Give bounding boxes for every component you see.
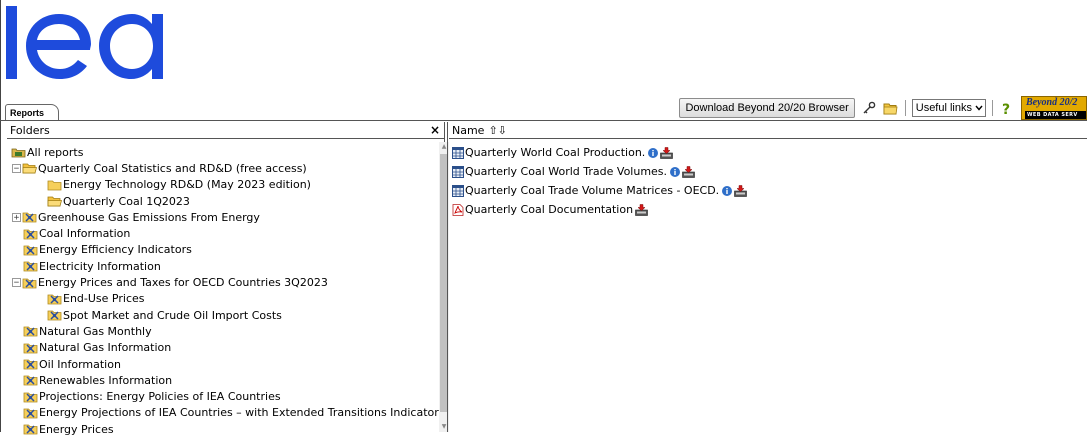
- info-icon[interactable]: [722, 185, 733, 196]
- folder-item-label: End-Use Prices: [63, 292, 145, 306]
- folder-open-icon: [22, 162, 38, 174]
- beyond-2020-logo[interactable]: Beyond 20/2 WEB DATA SERV: [1021, 96, 1087, 120]
- iea-logo: [6, 6, 166, 85]
- download-icon[interactable]: [660, 146, 674, 159]
- folder-item-label: Spot Market and Crude Oil Import Costs: [63, 308, 282, 322]
- reports-list: Quarterly World Coal Production. Quarterl…: [452, 143, 747, 219]
- report-item-label[interactable]: Quarterly Coal Trade Volume Matrices - O…: [465, 184, 719, 197]
- folder-item-label: All reports: [27, 145, 84, 159]
- folder-item-energy-projections-of-iea-countries-with[interactable]: Energy Projections of IEA Countries – wi…: [7, 405, 448, 421]
- report-item-label[interactable]: Quarterly Coal World Trade Volumes.: [465, 165, 667, 178]
- collapse-icon[interactable]: −: [12, 163, 21, 173]
- folder-item-label: Electricity Information: [39, 259, 161, 273]
- table-report-icon: [452, 184, 464, 197]
- folder-item-quarterly-coal-1q2023[interactable]: Quarterly Coal 1Q2023: [7, 193, 431, 209]
- folders-panel: Folders × All reports − Quarterly Coal Sta…: [7, 122, 449, 436]
- all-reports-icon: [11, 146, 26, 158]
- folder-item-all-reports[interactable]: All reports: [7, 144, 431, 160]
- folder-item-label: Energy Prices and Taxes for OECD Countri…: [38, 276, 328, 290]
- folders-header: Folders: [10, 123, 50, 137]
- folder-icon: [47, 179, 62, 191]
- folder-item-label: Natural Gas Information: [39, 341, 172, 355]
- download-browser-button[interactable]: Download Beyond 20/20 Browser: [679, 98, 855, 118]
- locked-folder-icon: [23, 244, 38, 256]
- collapse-icon[interactable]: −: [12, 278, 21, 288]
- locked-folder-icon: [23, 407, 38, 419]
- tab-reports[interactable]: Reports: [5, 104, 60, 121]
- folder-item-energy-prices-and-taxes-for-oecd-countri[interactable]: − Energy Prices and Taxes for OECD Countr…: [7, 274, 431, 290]
- report-item-label[interactable]: Quarterly Coal Documentation: [465, 203, 633, 216]
- locked-folder-icon: [47, 309, 62, 321]
- report-item-label[interactable]: Quarterly World Coal Production.: [465, 146, 645, 159]
- folder-item-energy-efficiency-indicators[interactable]: Energy Efficiency Indicators: [7, 242, 431, 258]
- beyond-logo-subtitle: WEB DATA SERV: [1025, 111, 1086, 119]
- folder-item-coal-information[interactable]: Coal Information: [7, 225, 431, 241]
- download-icon[interactable]: [734, 184, 747, 197]
- folder-item-label: Greenhouse Gas Emissions From Energy: [38, 210, 260, 224]
- expand-icon[interactable]: +: [12, 212, 21, 222]
- folder-open-icon: [47, 195, 63, 207]
- locked-folder-icon: [23, 260, 38, 272]
- table-report-icon: [452, 146, 464, 159]
- folder-item-projections-energy-policies-of-iea-count[interactable]: Projections: Energy Policies of IEA Coun…: [7, 388, 431, 404]
- report-item-quarterly-coal-trade-volume-matrices-oec[interactable]: Quarterly Coal Trade Volume Matrices - O…: [452, 181, 747, 200]
- key-icon[interactable]: [861, 100, 877, 116]
- name-column-header[interactable]: Name ⇧⇩: [449, 122, 1087, 139]
- folder-item-label: Renewables Information: [39, 373, 173, 387]
- locked-folder-icon: [23, 325, 38, 337]
- table-report-icon: [452, 165, 464, 178]
- download-icon[interactable]: [682, 165, 695, 178]
- info-icon[interactable]: [670, 166, 681, 177]
- close-icon[interactable]: ×: [430, 123, 440, 137]
- report-item-quarterly-world-coal-production[interactable]: Quarterly World Coal Production.: [452, 143, 747, 162]
- folder-item-oil-information[interactable]: Oil Information: [7, 356, 431, 372]
- folder-item-label: Projections: Energy Policies of IEA Coun…: [39, 390, 281, 404]
- folder-item-label: Quarterly Coal Statistics and RD&D (free…: [38, 161, 307, 175]
- folder-item-natural-gas-information[interactable]: Natural Gas Information: [7, 340, 431, 356]
- folder-item-end-use-prices[interactable]: End-Use Prices: [7, 291, 431, 307]
- folder-item-natural-gas-monthly[interactable]: Natural Gas Monthly: [7, 323, 431, 339]
- locked-folder-icon: [23, 391, 38, 403]
- locked-folder-icon: [23, 374, 38, 386]
- folder-item-label: Energy Efficiency Indicators: [39, 243, 192, 257]
- folder-tree: All reports − Quarterly Coal Statistics an…: [7, 144, 448, 437]
- folder-item-energy-technology-rd-d-may-2023-edition[interactable]: Energy Technology RD&D (May 2023 edition…: [7, 177, 431, 193]
- folder-item-greenhouse-gas-emissions-from-energy[interactable]: + Greenhouse Gas Emissions From Energy: [7, 209, 431, 225]
- folder-item-label: Natural Gas Monthly: [39, 324, 152, 338]
- sort-icon[interactable]: ⇧⇩: [488, 124, 506, 137]
- info-icon[interactable]: [648, 147, 659, 158]
- folder-item-label: Quarterly Coal 1Q2023: [63, 194, 190, 208]
- download-icon[interactable]: [635, 203, 648, 216]
- locked-folder-icon: [22, 211, 37, 223]
- locked-folder-icon: [23, 423, 38, 435]
- folder-item-label: Energy Projections of IEA Countries – wi…: [39, 406, 449, 420]
- folder-item-spot-market-and-crude-oil-import-costs[interactable]: Spot Market and Crude Oil Import Costs: [7, 307, 431, 323]
- locked-folder-icon: [23, 228, 38, 240]
- beyond-logo-title: Beyond 20/2: [1026, 97, 1078, 108]
- folder-item-label: Coal Information: [39, 227, 131, 241]
- locked-folder-icon: [23, 358, 38, 370]
- report-item-quarterly-coal-documentation[interactable]: Quarterly Coal Documentation: [452, 200, 747, 219]
- report-item-quarterly-coal-world-trade-volumes[interactable]: Quarterly Coal World Trade Volumes.: [452, 162, 747, 181]
- locked-folder-icon: [22, 277, 37, 289]
- folder-item-renewables-information[interactable]: Renewables Information: [7, 372, 431, 388]
- name-header-label: Name: [452, 123, 485, 137]
- folder-item-label: Energy Prices: [39, 422, 114, 436]
- help-icon[interactable]: ?: [999, 100, 1015, 116]
- folder-item-quarterly-coal-statistics-and-rd-d-free-[interactable]: − Quarterly Coal Statistics and RD&D (fre…: [7, 160, 431, 176]
- open-folder-icon[interactable]: [883, 100, 899, 116]
- useful-links-select[interactable]: Useful links: [911, 99, 986, 117]
- folder-item-energy-prices[interactable]: Energy Prices: [7, 421, 431, 437]
- folder-item-electricity-information[interactable]: Electricity Information: [7, 258, 431, 274]
- folder-item-label: Energy Technology RD&D (May 2023 edition…: [63, 178, 311, 192]
- locked-folder-icon: [23, 342, 38, 354]
- toolbar: Download Beyond 20/20 Browser Useful lin…: [679, 96, 1087, 120]
- chevron-down-icon: [975, 105, 983, 111]
- pdf-icon: [452, 203, 464, 216]
- locked-folder-icon: [47, 293, 62, 305]
- svg-text:?: ?: [1002, 102, 1010, 116]
- useful-links-label: Useful links: [915, 102, 972, 114]
- folder-item-label: Oil Information: [39, 357, 121, 371]
